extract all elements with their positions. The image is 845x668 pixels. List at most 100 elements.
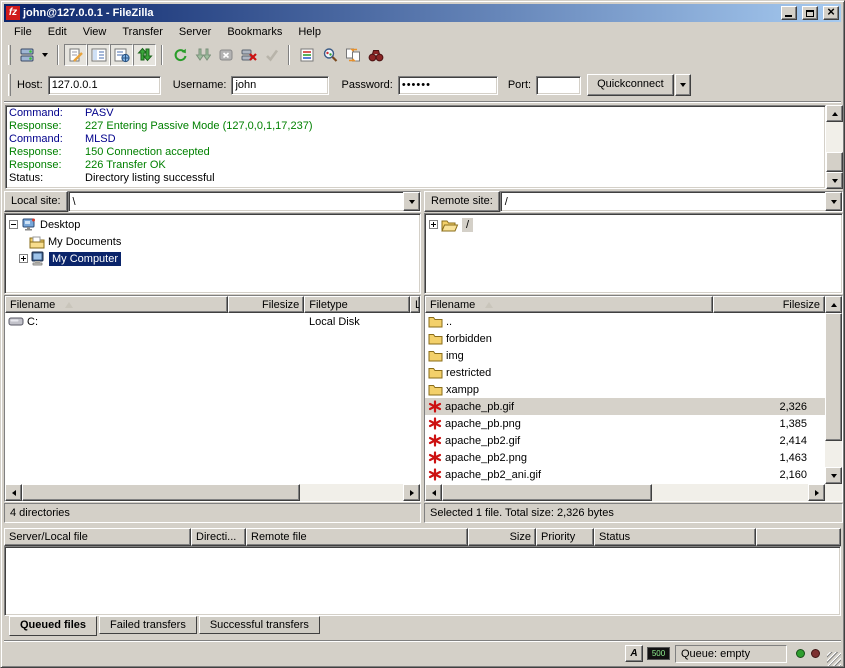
quickconnect-button[interactable]: Quickconnect	[587, 74, 674, 96]
file-row[interactable]: img	[425, 347, 825, 364]
menu-server[interactable]: Server	[171, 24, 219, 40]
expand-icon[interactable]	[19, 254, 28, 263]
scroll-left-button[interactable]	[425, 484, 442, 501]
file-row[interactable]: forbidden	[425, 330, 825, 347]
collapse-icon[interactable]	[9, 220, 18, 229]
scroll-thumb[interactable]	[22, 484, 300, 501]
menu-transfer[interactable]: Transfer	[114, 24, 171, 40]
message-log[interactable]: Command:PASV Response:227 Entering Passi…	[5, 105, 826, 189]
find-files-button[interactable]	[364, 44, 387, 66]
remote-horizontal-scrollbar[interactable]	[425, 484, 825, 501]
log-scrollbar[interactable]	[826, 105, 843, 189]
column-header-filesize[interactable]: Filesize	[228, 296, 304, 313]
column-header-direction[interactable]: Directi...	[191, 528, 246, 546]
tree-item-my-documents[interactable]: My Documents	[5, 233, 420, 250]
scroll-right-button[interactable]	[808, 484, 825, 501]
process-queue-button[interactable]	[191, 44, 214, 66]
scroll-right-button[interactable]	[403, 484, 420, 501]
file-row-c-drive[interactable]: C: Local Disk	[5, 313, 420, 330]
menu-edit[interactable]: Edit	[40, 24, 75, 40]
remote-list-body[interactable]: .. forbidden img restricted xampp	[425, 313, 825, 484]
file-row[interactable]: apache_pb2.gif 2,414	[425, 432, 825, 449]
tab-successful-transfers[interactable]: Successful transfers	[199, 616, 320, 634]
toolbar-grip[interactable]	[8, 45, 11, 65]
scroll-down-button[interactable]	[825, 467, 842, 484]
tree-item-desktop[interactable]: Desktop	[5, 216, 420, 233]
scroll-up-button[interactable]	[826, 105, 843, 122]
remote-vertical-scrollbar[interactable]	[825, 296, 842, 484]
scroll-left-button[interactable]	[5, 484, 22, 501]
title-bar[interactable]: fz john@127.0.0.1 - FileZilla	[4, 4, 841, 22]
local-list-body[interactable]: C: Local Disk	[5, 313, 420, 484]
column-header-remote-file[interactable]: Remote file	[246, 528, 468, 546]
scroll-thumb[interactable]	[826, 152, 843, 172]
scroll-thumb[interactable]	[442, 484, 652, 501]
speed-limit-indicator-icon[interactable]: 500	[647, 647, 670, 660]
column-header-filesize[interactable]: Filesize	[713, 296, 825, 313]
scroll-up-button[interactable]	[825, 296, 842, 313]
file-row-selected[interactable]: apache_pb.gif 2,326	[425, 398, 825, 415]
menu-file[interactable]: File	[6, 24, 40, 40]
scroll-track[interactable]	[826, 122, 843, 172]
column-header-filename[interactable]: Filename	[425, 296, 713, 313]
combo-dropdown-button[interactable]	[825, 192, 842, 211]
queue-list[interactable]	[4, 546, 841, 616]
reconnect-button[interactable]	[260, 44, 283, 66]
disconnect-button[interactable]	[237, 44, 260, 66]
column-header-size[interactable]: Size	[468, 528, 536, 546]
username-input[interactable]: john	[231, 76, 329, 95]
site-manager-button[interactable]	[15, 44, 38, 66]
column-header-status[interactable]: Status	[594, 528, 756, 546]
file-row[interactable]: xampp	[425, 381, 825, 398]
port-input[interactable]	[536, 76, 581, 95]
scroll-thumb[interactable]	[825, 313, 842, 441]
tab-failed-transfers[interactable]: Failed transfers	[99, 616, 197, 634]
refresh-button[interactable]	[168, 44, 191, 66]
local-site-combobox[interactable]: \	[68, 191, 421, 212]
scroll-track[interactable]	[442, 484, 808, 501]
remote-site-combobox[interactable]: /	[500, 191, 843, 212]
toggle-local-tree-button[interactable]	[87, 44, 110, 66]
filter-button[interactable]	[295, 44, 318, 66]
column-header-lastmodified[interactable]: L	[410, 296, 420, 313]
column-header-server-local-file[interactable]: Server/Local file	[4, 528, 191, 546]
scroll-track[interactable]	[22, 484, 403, 501]
username-label: Username:	[173, 79, 227, 91]
toggle-remote-tree-button[interactable]	[110, 44, 133, 66]
column-header-filetype[interactable]: Filetype	[304, 296, 410, 313]
synchronized-browsing-button[interactable]	[341, 44, 364, 66]
column-header-priority[interactable]: Priority	[536, 528, 594, 546]
tree-item-root[interactable]: /	[425, 216, 842, 233]
toggle-transfer-queue-button[interactable]	[133, 44, 156, 66]
scroll-track[interactable]	[825, 313, 842, 467]
resize-grip[interactable]	[827, 652, 841, 666]
menu-view[interactable]: View	[75, 24, 115, 40]
combo-dropdown-button[interactable]	[403, 192, 420, 211]
menu-help[interactable]: Help	[290, 24, 329, 40]
scroll-down-button[interactable]	[826, 172, 843, 189]
site-manager-dropdown-button[interactable]	[38, 44, 52, 66]
local-horizontal-scrollbar[interactable]	[5, 484, 420, 501]
data-type-indicator-icon[interactable]: A	[625, 645, 643, 662]
cancel-operation-button[interactable]	[214, 44, 237, 66]
tree-item-my-computer[interactable]: My Computer	[5, 250, 420, 267]
file-row[interactable]: apache_pb2_ani.gif 2,160	[425, 466, 825, 483]
maximize-button[interactable]	[802, 6, 818, 20]
minimize-button[interactable]	[781, 6, 797, 20]
toggle-message-log-button[interactable]	[64, 44, 87, 66]
close-button[interactable]	[823, 6, 839, 20]
quickconnect-dropdown-button[interactable]	[675, 74, 691, 96]
column-header-filename[interactable]: Filename	[5, 296, 228, 313]
file-row[interactable]: restricted	[425, 364, 825, 381]
quickbar-grip[interactable]	[8, 74, 11, 96]
compare-directories-button[interactable]	[318, 44, 341, 66]
file-row[interactable]: apache_pb2.png 1,463	[425, 449, 825, 466]
file-row[interactable]: ..	[425, 313, 825, 330]
menu-bookmarks[interactable]: Bookmarks	[219, 24, 290, 40]
file-row[interactable]: apache_pb.png 1,385	[425, 415, 825, 432]
tab-queued-files[interactable]: Queued files	[9, 616, 97, 636]
password-input[interactable]: ••••••	[398, 76, 498, 95]
expand-icon[interactable]	[429, 220, 438, 229]
host-input[interactable]: 127.0.0.1	[48, 76, 161, 95]
toolbar	[4, 41, 841, 69]
